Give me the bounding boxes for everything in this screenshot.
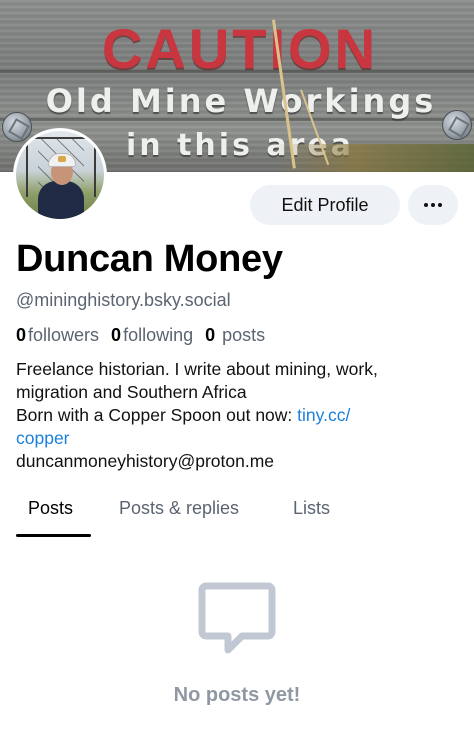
posts-label: posts [222, 325, 266, 345]
followers-stat[interactable]: 0 followers [16, 325, 99, 346]
following-count: 0 [111, 325, 122, 345]
bio-link[interactable]: tiny.cc/ [297, 405, 350, 425]
followers-count: 0 [16, 325, 27, 345]
bio-email: duncanmoneyhistory@proton.me [16, 451, 275, 471]
bio-text: Born with a Copper Spoon out now: [16, 405, 298, 425]
posts-count: 0 [205, 325, 216, 345]
avatar[interactable] [13, 128, 107, 222]
more-options-button[interactable] [408, 185, 458, 225]
following-stat[interactable]: 0 following [111, 325, 193, 346]
bio-line: copper [16, 427, 456, 450]
bio-line: Born with a Copper Spoon out now: tiny.c… [16, 404, 456, 427]
active-tab-indicator [16, 534, 91, 537]
avatar-helmet-lamp [58, 156, 66, 162]
profile-stats: 0 followers 0 following 0 posts [16, 325, 265, 346]
bio-line: Freelance historian. I write about minin… [16, 359, 378, 379]
profile-tabs: Posts Posts & replies Lists [0, 490, 474, 538]
following-label: following [123, 325, 194, 345]
profile-handle: @mininghistory.bsky.social [16, 290, 231, 310]
banner-sign-caution-text: CAUTION [101, 17, 379, 80]
banner-grass [274, 144, 474, 172]
ellipsis-icon [438, 203, 442, 207]
ellipsis-icon [431, 203, 435, 207]
message-bubble-icon [198, 580, 276, 658]
bolt-right-icon [442, 110, 472, 140]
tab-posts[interactable]: Posts [28, 490, 73, 519]
banner-sign-line2-text: Old Mine Workings [45, 82, 437, 120]
ellipsis-icon [424, 203, 428, 207]
bio-link-continued[interactable]: copper [16, 428, 70, 448]
avatar-person-body [38, 181, 84, 219]
display-name: Duncan Money [16, 238, 283, 280]
profile-bio: Freelance historian. I write about minin… [16, 358, 456, 473]
bio-line: migration and Southern Africa [16, 382, 247, 402]
tab-posts-and-replies[interactable]: Posts & replies [119, 490, 239, 519]
empty-state-text: No posts yet! [173, 684, 301, 706]
posts-stat: 0 posts [205, 325, 265, 346]
tab-lists[interactable]: Lists [293, 490, 330, 519]
followers-label: followers [28, 325, 100, 345]
edit-profile-button[interactable]: Edit Profile [250, 185, 400, 225]
